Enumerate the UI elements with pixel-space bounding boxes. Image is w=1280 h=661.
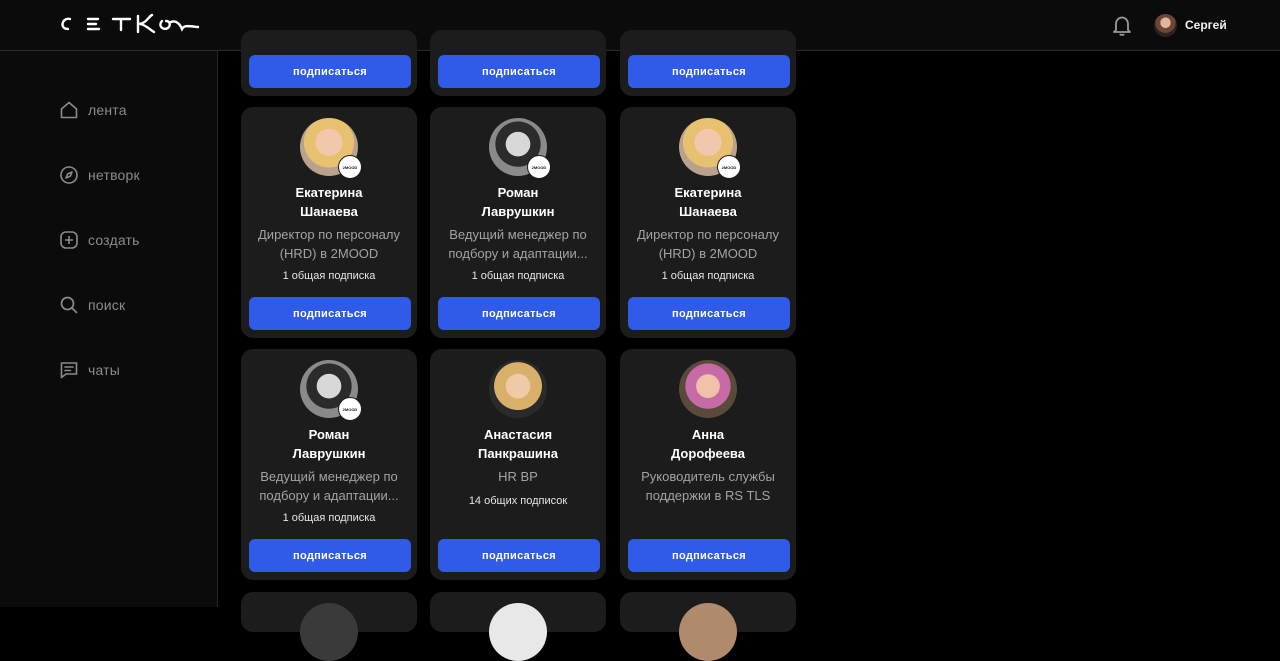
profile-card: 2MOOD Екатерина Шанаева Директор по перс… [620, 107, 796, 338]
role-line: подбору и адаптации... [448, 246, 588, 261]
profile-last-name: Шанаева [679, 204, 737, 219]
profile-name[interactable]: Екатерина Шанаева [241, 183, 417, 221]
user-menu[interactable]: Сергей [1154, 12, 1227, 38]
profile-name[interactable]: Анна Дорофеева [620, 425, 796, 463]
subscribe-button[interactable]: подписаться [438, 539, 600, 572]
profile-card: Анна Дорофеева Руководитель службы подде… [620, 349, 796, 580]
plus-square-icon [60, 231, 78, 249]
profile-first-name: Анна [691, 427, 725, 442]
avatar[interactable] [489, 360, 547, 418]
avatar[interactable] [489, 603, 547, 661]
subscribe-button[interactable]: подписаться [628, 55, 790, 88]
subscribe-button[interactable]: подписаться [249, 297, 411, 330]
profile-first-name: Анастасия [483, 427, 553, 442]
avatar[interactable]: 2MOOD [489, 118, 551, 179]
profile-role: Директор по персоналу (HRD) в 2MOOD [630, 225, 786, 263]
profile-card: 2MOOD Роман Лаврушкин Ведущий менеджер п… [430, 107, 606, 338]
company-badge: 2MOOD [338, 155, 362, 179]
profile-card-partial: подписаться [241, 30, 417, 96]
profile-card-partial [620, 592, 796, 661]
profile-last-name: Лаврушкин [481, 204, 555, 219]
role-line: поддержки в RS TLS [645, 488, 771, 503]
profile-name[interactable]: Екатерина Шанаева [620, 183, 796, 221]
profile-card-partial: подписаться [620, 30, 796, 96]
profile-card: 2MOOD Роман Лаврушкин Ведущий менеджер п… [241, 349, 417, 580]
mutual-subscriptions: 14 общих подписок [468, 495, 568, 507]
profile-first-name: Роман [308, 427, 350, 442]
sidebar-item-label: нетворк [88, 167, 140, 183]
profile-first-name: Роман [497, 185, 539, 200]
sidebar-item-search[interactable]: поиск [59, 293, 125, 317]
company-badge: 2MOOD [527, 155, 551, 179]
profile-name[interactable]: Роман Лаврушкин [430, 183, 606, 221]
profile-last-name: Лаврушкин [292, 446, 366, 461]
chat-icon [60, 362, 78, 379]
mutual-subscriptions: 1 общая подписка [282, 512, 376, 524]
avatar[interactable] [679, 603, 737, 661]
profile-role: Ведущий менеджер по подбору и адаптации.… [440, 225, 596, 263]
avatar[interactable] [679, 360, 737, 418]
sidebar-item-create[interactable]: создать [59, 228, 140, 252]
profile-card-partial [430, 592, 606, 661]
role-line: Ведущий менеджер по [260, 469, 398, 484]
profile-card: 2MOOD Екатерина Шанаева Директор по перс… [241, 107, 417, 338]
role-line: Руководитель службы [641, 469, 775, 484]
profile-role: Директор по персоналу (HRD) в 2MOOD [251, 225, 407, 263]
subscribe-button[interactable]: подписаться [628, 297, 790, 330]
avatar-photo [489, 360, 547, 418]
profile-role: Руководитель службы поддержки в RS TLS [630, 467, 786, 505]
role-line: подбору и адаптации... [259, 488, 399, 503]
home-icon [60, 101, 78, 119]
mutual-subscriptions: 1 общая подписка [471, 270, 565, 282]
avatar[interactable]: 2MOOD [300, 360, 362, 421]
sidebar: лента нетворк создать поиск чаты [0, 51, 218, 607]
subscribe-button[interactable]: подписаться [628, 539, 790, 572]
notifications-bell-icon[interactable] [1110, 13, 1134, 37]
subscribe-button[interactable]: подписаться [438, 297, 600, 330]
role-line: Директор по персоналу [258, 227, 400, 242]
profile-last-name: Панкрашина [477, 446, 558, 461]
sidebar-item-label: лента [88, 102, 127, 118]
compass-icon [60, 166, 78, 184]
sidebar-item-network[interactable]: нетворк [59, 163, 140, 187]
setka-logo[interactable] [58, 13, 202, 40]
profile-card-partial [241, 592, 417, 661]
sidebar-item-chats[interactable]: чаты [59, 358, 120, 382]
subscribe-button[interactable]: подписаться [249, 539, 411, 572]
profile-first-name: Екатерина [295, 185, 363, 200]
avatar[interactable]: 2MOOD [300, 118, 362, 179]
role-line: Директор по персоналу [637, 227, 779, 242]
avatar[interactable] [300, 603, 358, 661]
subscribe-button[interactable]: подписаться [438, 55, 600, 88]
mutual-subscriptions: 1 общая подписка [661, 270, 755, 282]
role-line: Ведущий менеджер по [449, 227, 587, 242]
mutual-subscriptions: 1 общая подписка [282, 270, 376, 282]
profile-name[interactable]: Роман Лаврушкин [241, 425, 417, 463]
role-line: (HRD) в 2MOOD [279, 246, 379, 261]
company-badge: 2MOOD [717, 155, 741, 179]
company-badge: 2MOOD [338, 397, 362, 421]
profile-card-partial: подписаться [430, 30, 606, 96]
sidebar-item-label: создать [88, 232, 140, 248]
search-icon [60, 296, 78, 314]
user-avatar [1154, 13, 1177, 37]
subscribe-button[interactable]: подписаться [249, 55, 411, 88]
profile-first-name: Екатерина [674, 185, 742, 200]
avatar[interactable]: 2MOOD [679, 118, 741, 179]
sidebar-item-label: поиск [88, 297, 126, 313]
profile-role: Ведущий менеджер по подбору и адаптации.… [251, 467, 407, 505]
profile-card: Анастасия Панкрашина HR BP 14 общих подп… [430, 349, 606, 580]
sidebar-item-label: чаты [88, 362, 121, 378]
profile-name[interactable]: Анастасия Панкрашина [430, 425, 606, 463]
profile-last-name: Дорофеева [671, 446, 745, 461]
profile-role: HR BP [440, 467, 596, 486]
profile-last-name: Шанаева [300, 204, 358, 219]
role-line: (HRD) в 2MOOD [658, 246, 758, 261]
sidebar-item-feed[interactable]: лента [59, 98, 127, 122]
user-name: Сергей [1185, 18, 1227, 32]
avatar-photo [679, 360, 737, 418]
role-line: HR BP [498, 469, 538, 484]
